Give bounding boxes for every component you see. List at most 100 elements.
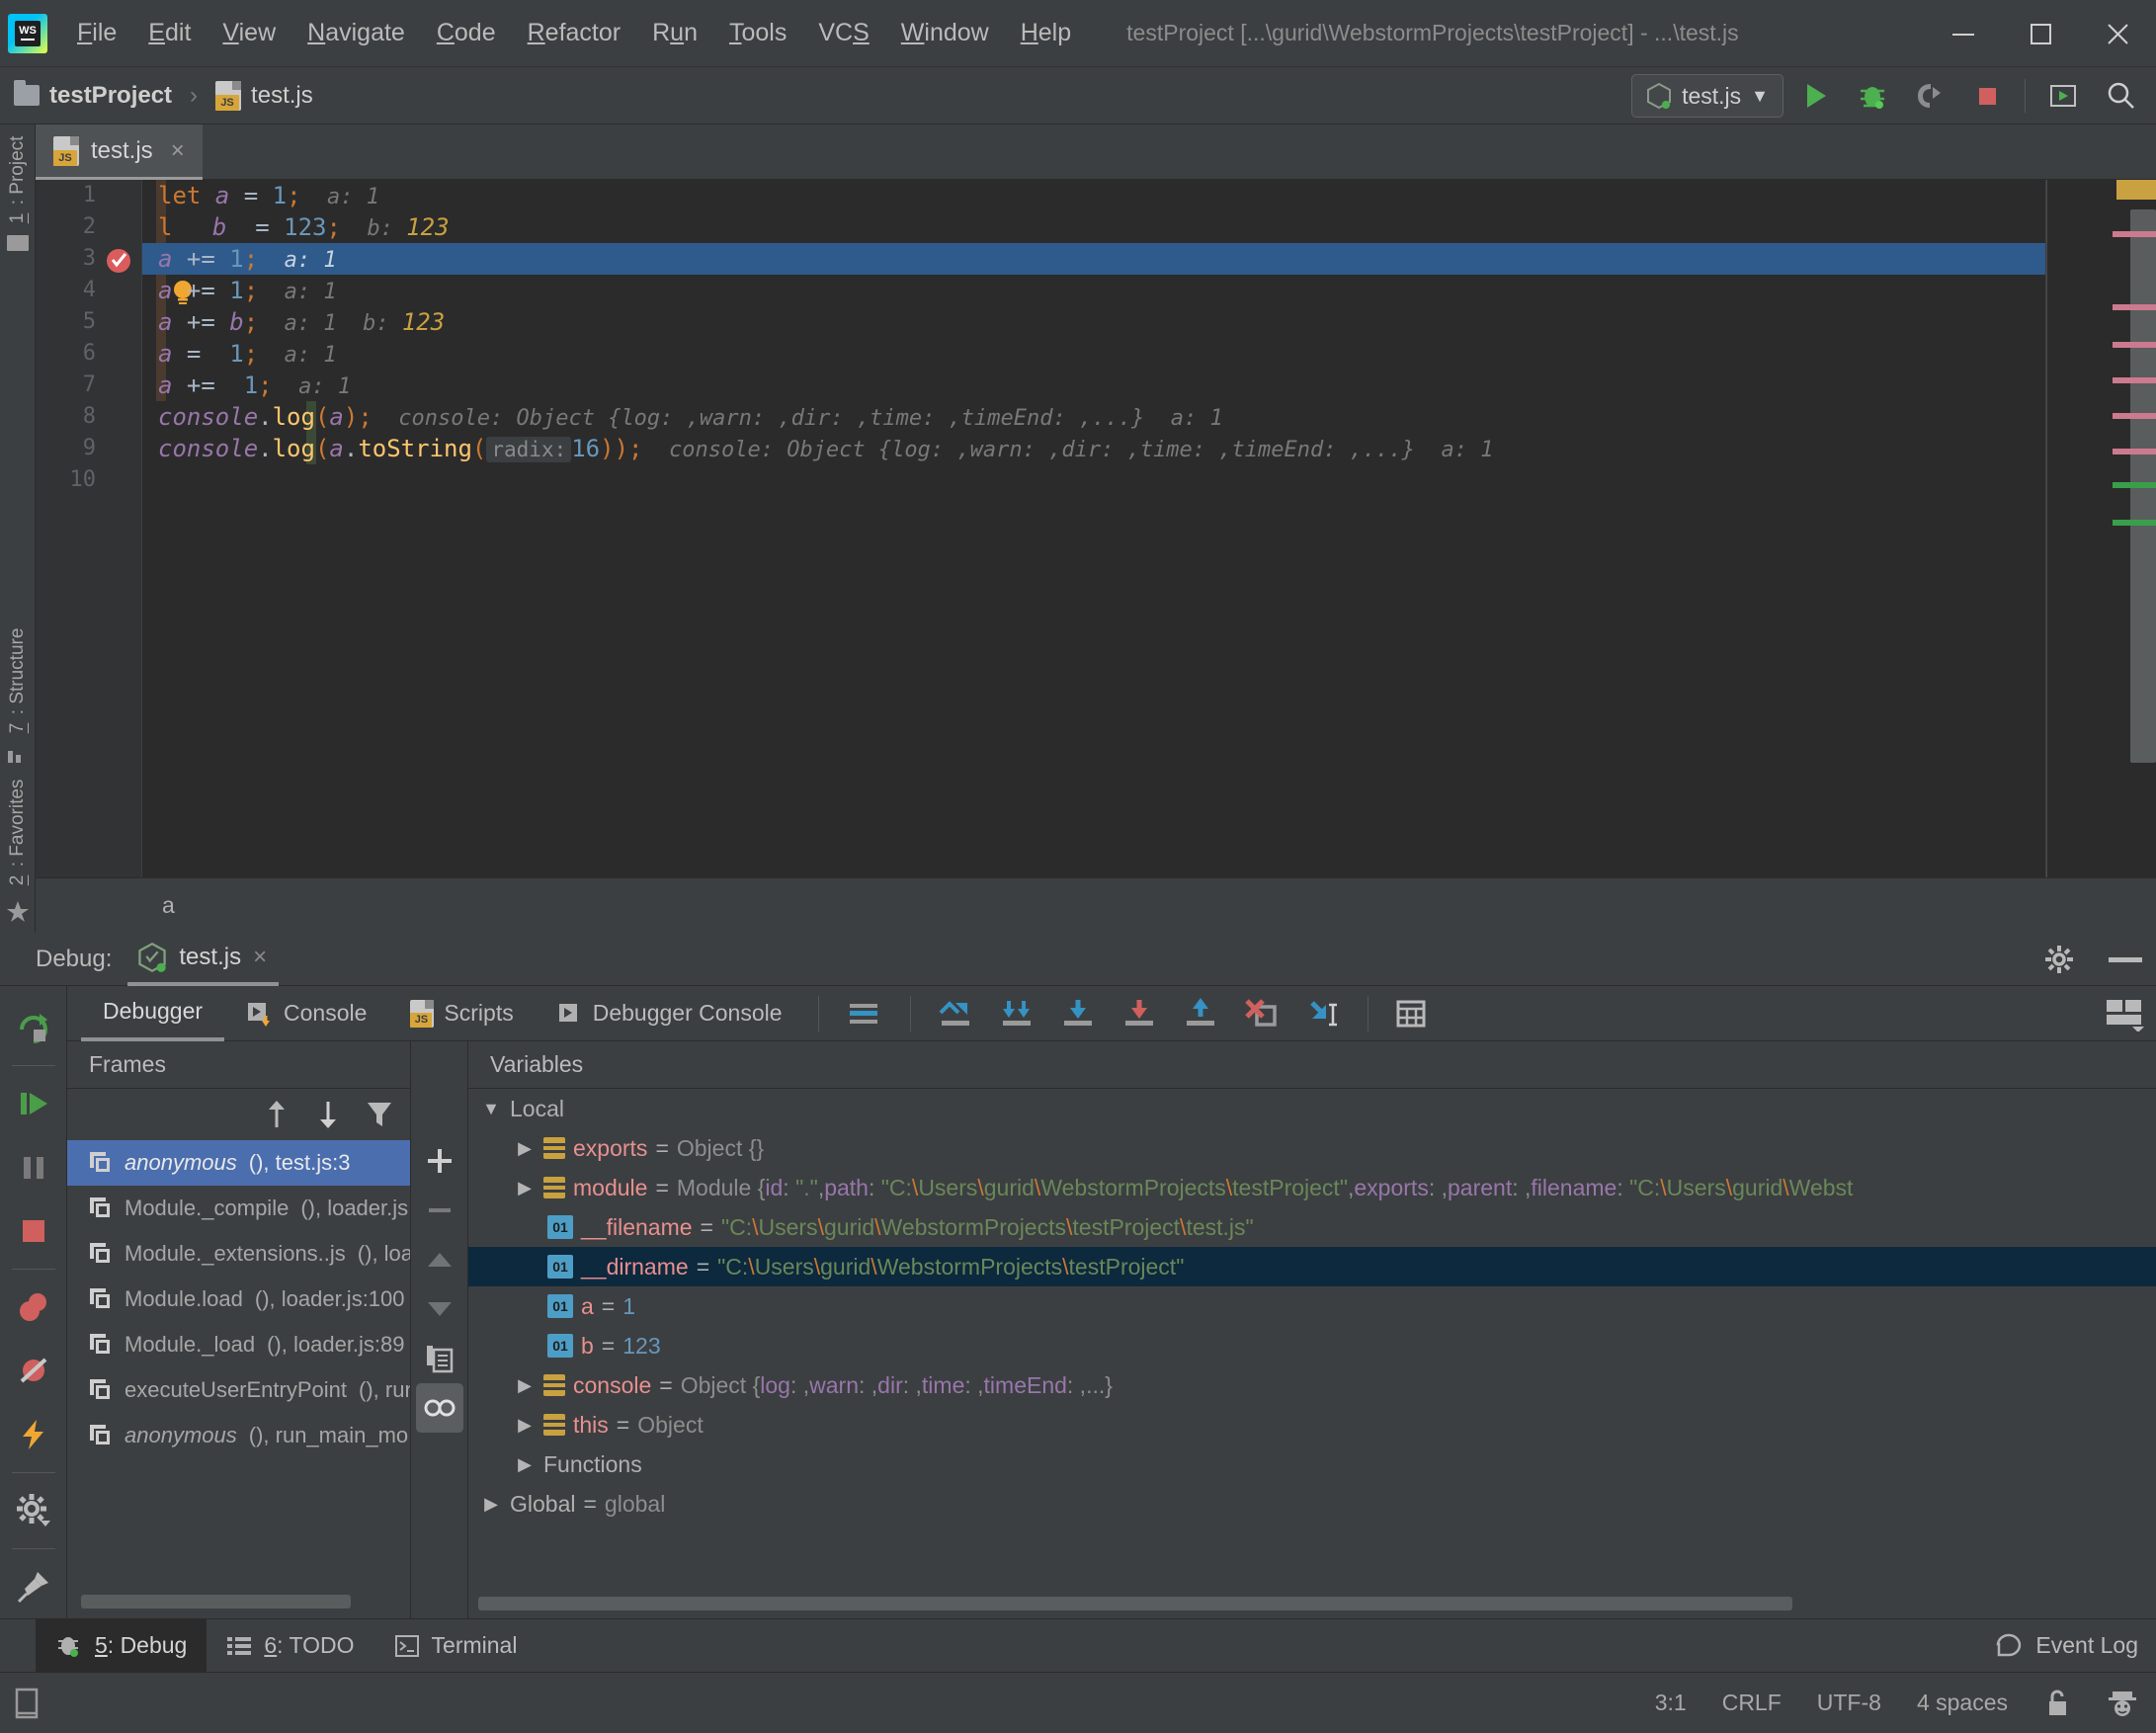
frame-row[interactable]: Module._load (), loader.js:89 [67, 1322, 410, 1367]
caret-position[interactable]: 3:1 [1655, 1690, 1687, 1716]
tab-debugger-console[interactable]: Debugger Console [536, 986, 804, 1041]
move-up-icon[interactable] [416, 1235, 463, 1284]
hector-icon[interactable] [2107, 1688, 2138, 1719]
frame-row[interactable]: Module._extensions..js (), loa [67, 1231, 410, 1277]
step-over-icon[interactable] [986, 986, 1047, 1041]
chevron-down-icon[interactable]: ▼ [480, 1099, 502, 1119]
frame-row[interactable]: anonymous (), test.js:3 [67, 1140, 410, 1186]
step-out-icon[interactable] [1170, 986, 1231, 1041]
debug-button[interactable] [1847, 70, 1898, 122]
menu-code[interactable]: Code [421, 13, 512, 53]
menu-vcs[interactable]: VCS [802, 13, 884, 53]
editor-breadcrumb-label[interactable]: a [162, 892, 175, 919]
chevron-right-icon[interactable]: ▶ [514, 1415, 536, 1436]
close-icon[interactable]: × [171, 137, 185, 165]
file-encoding[interactable]: UTF-8 [1817, 1690, 1881, 1716]
code-editor[interactable]: 1 2 3 4 5 6 7 8 9 10 let a = 1; a: 1 l b… [36, 180, 2156, 877]
menu-file[interactable]: File [61, 13, 132, 53]
search-everywhere-button[interactable] [2095, 70, 2146, 122]
variable-row-functions[interactable]: ▶ Functions [468, 1444, 2156, 1484]
mute-breakpoints-icon[interactable] [6, 1345, 61, 1396]
run-configuration-selector[interactable]: test.js ▼ [1631, 74, 1783, 118]
close-icon[interactable]: × [253, 944, 267, 971]
debug-session-tab[interactable]: test.js × [127, 933, 280, 986]
menu-tools[interactable]: Tools [713, 13, 802, 53]
variable-row-filename[interactable]: 01 __filename = "C:\Users\gurid\Webstorm… [468, 1207, 2156, 1247]
menu-edit[interactable]: Edit [132, 13, 207, 53]
frames-horizontal-scrollbar[interactable] [81, 1595, 351, 1609]
editor-tab-test-js[interactable]: JS test.js × [36, 124, 203, 180]
indent-setting[interactable]: 4 spaces [1917, 1690, 2008, 1716]
frame-row[interactable]: Module.load (), loader.js:100 [67, 1277, 410, 1322]
frame-row[interactable]: executeUserEntryPoint (), run [67, 1367, 410, 1413]
inspect-icon[interactable] [415, 1383, 463, 1433]
chevron-right-icon[interactable]: ▶ [514, 1454, 536, 1475]
thread-down-icon[interactable] [313, 1098, 343, 1131]
variables-tree[interactable]: ▼ Local ▶ exports = Object {} ▶ module =… [468, 1089, 2156, 1597]
open-in-browser-button[interactable] [2037, 70, 2089, 122]
menu-navigate[interactable]: Navigate [291, 13, 421, 53]
evaluate-expression-icon[interactable] [1382, 986, 1440, 1041]
variables-horizontal-scrollbar[interactable] [478, 1597, 2146, 1614]
chevron-right-icon[interactable]: ▶ [480, 1494, 502, 1515]
add-watch-icon[interactable] [416, 1136, 463, 1186]
variable-row-module[interactable]: ▶ module = Module {id: ".",path: "C:\Use… [468, 1168, 2156, 1207]
menu-run[interactable]: Run [636, 13, 713, 53]
stop-icon[interactable] [6, 1205, 61, 1257]
thread-up-icon[interactable] [262, 1098, 291, 1131]
force-run-to-cursor-icon[interactable] [6, 1408, 61, 1459]
variable-row-console[interactable]: ▶ console = Object {log: ,warn: ,dir: ,t… [468, 1365, 2156, 1405]
line-separator[interactable]: CRLF [1722, 1690, 1782, 1716]
frame-row[interactable]: Module._compile (), loader.js [67, 1186, 410, 1231]
run-button[interactable] [1789, 70, 1841, 122]
frame-row[interactable]: anonymous (), run_main_mo [67, 1413, 410, 1458]
sidebar-item-structure[interactable]: 7: Structure [7, 624, 29, 737]
maximize-button[interactable] [2002, 0, 2079, 67]
rerun-icon[interactable] [6, 1002, 61, 1053]
editor-gutter[interactable]: 1 2 3 4 5 6 7 8 9 10 [36, 180, 142, 877]
layout-settings-button[interactable] [2103, 996, 2146, 1032]
unlocked-icon[interactable] [2043, 1689, 2071, 1718]
variable-row-this[interactable]: ▶ this = Object [468, 1405, 2156, 1444]
sidebar-item-project[interactable]: 1: Project [7, 132, 29, 227]
tab-debugger[interactable]: Debugger [81, 986, 225, 1041]
breakpoint-icon[interactable] [104, 245, 133, 275]
code-text-area[interactable]: let a = 1; a: 1 l b = 123; b: 123 a += 1… [142, 180, 2045, 877]
breadcrumb-file[interactable]: test.js [251, 82, 313, 110]
run-with-coverage-button[interactable] [1904, 70, 1955, 122]
run-to-cursor-icon[interactable] [1292, 986, 1354, 1041]
view-breakpoints-icon[interactable] [6, 1281, 61, 1333]
breadcrumb-project[interactable]: testProject [49, 82, 172, 110]
tab-console[interactable]: Console [224, 986, 388, 1041]
menu-window[interactable]: Window [885, 13, 1005, 53]
toggle-toolwindows-icon[interactable] [14, 1687, 40, 1720]
variable-row-exports[interactable]: ▶ exports = Object {} [468, 1128, 2156, 1168]
menu-refactor[interactable]: Refactor [512, 13, 637, 53]
drop-frame-icon[interactable] [1231, 986, 1292, 1041]
menu-view[interactable]: View [207, 13, 291, 53]
filter-icon[interactable] [365, 1098, 394, 1131]
variable-row-local[interactable]: ▼ Local [468, 1089, 2156, 1128]
minimize-icon[interactable] [2109, 954, 2142, 964]
variable-row-global[interactable]: ▶ Global = global [468, 1484, 2156, 1524]
step-into-icon[interactable] [1047, 986, 1109, 1041]
stop-button[interactable] [1961, 70, 2013, 122]
resume-program-icon[interactable] [6, 1078, 61, 1129]
variable-row-b[interactable]: 01 b = 123 [468, 1326, 2156, 1365]
toolwindow-terminal[interactable]: Terminal [374, 1619, 538, 1673]
tab-scripts[interactable]: JS Scripts [388, 986, 535, 1041]
toolwindow-debug[interactable]: 5: Debug [36, 1618, 207, 1673]
gear-icon[interactable] [2043, 944, 2075, 975]
minimize-button[interactable] [1925, 0, 2002, 67]
pause-program-icon[interactable] [6, 1141, 61, 1193]
show-execution-point-icon[interactable] [925, 986, 986, 1041]
close-button[interactable] [2079, 0, 2156, 67]
menu-help[interactable]: Help [1005, 13, 1087, 53]
variable-row-a[interactable]: 01 a = 1 [468, 1286, 2156, 1326]
frames-list[interactable]: anonymous (), test.js:3 Module._compile ()… [67, 1140, 410, 1618]
settings-icon[interactable] [6, 1485, 61, 1536]
chevron-right-icon[interactable]: ▶ [514, 1178, 536, 1198]
mute-breakpoints-toolbar-icon[interactable] [833, 986, 896, 1041]
chevron-right-icon[interactable]: ▶ [514, 1138, 536, 1159]
sidebar-item-favorites[interactable]: 2: Favorites [7, 776, 29, 889]
